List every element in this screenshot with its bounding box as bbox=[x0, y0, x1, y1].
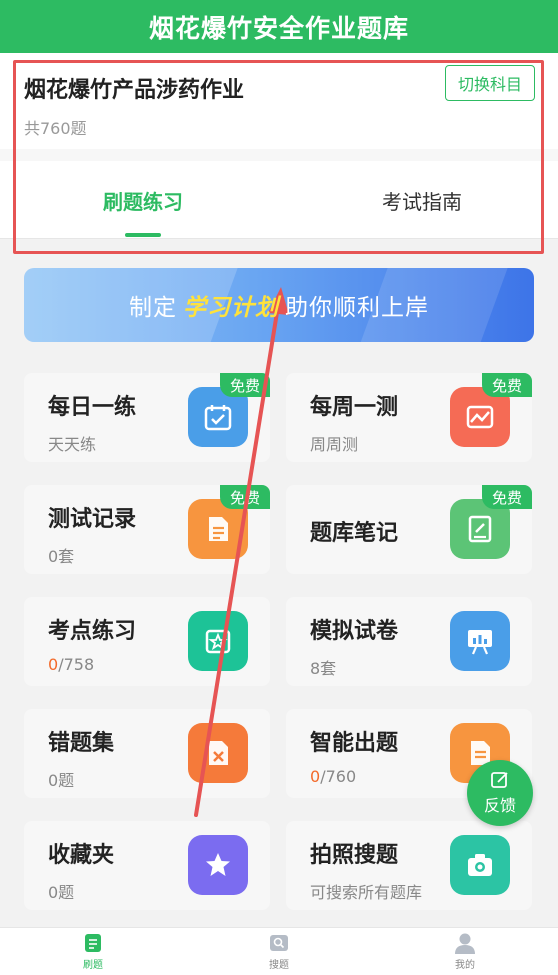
card-title: 模拟试卷 bbox=[310, 619, 399, 644]
card-subtitle: 8套 bbox=[310, 659, 337, 678]
feedback-label: 反馈 bbox=[483, 796, 516, 815]
tab-practice[interactable]: 刷题练习 bbox=[0, 161, 286, 239]
nav-label: 我的 bbox=[455, 960, 475, 971]
card-subtitle: 0/758 bbox=[48, 655, 94, 674]
card-title: 每周一测 bbox=[310, 395, 399, 420]
search-image-icon bbox=[269, 932, 289, 954]
done-count: 0 bbox=[48, 655, 59, 674]
card-subtitle: 0套 bbox=[48, 547, 75, 566]
nav-practice[interactable]: 刷题 bbox=[0, 932, 186, 974]
nav-label: 搜题 bbox=[269, 960, 289, 971]
card-wrong-questions[interactable]: 错题集 0题 bbox=[24, 709, 270, 798]
card-topic-practice[interactable]: 考点练习 0/758 bbox=[24, 597, 270, 686]
banner-highlight: 学习计划 bbox=[183, 295, 279, 321]
card-title: 智能出题 bbox=[310, 731, 399, 756]
free-badge: 免费 bbox=[482, 373, 532, 397]
camera-icon bbox=[450, 835, 510, 895]
total-count: /758 bbox=[58, 655, 95, 674]
card-favorites[interactable]: 收藏夹 0题 bbox=[24, 821, 270, 910]
user-icon bbox=[455, 932, 475, 954]
card-title: 收藏夹 bbox=[48, 843, 115, 868]
app-title: 烟花爆竹安全作业题库 bbox=[148, 13, 409, 43]
nav-search[interactable]: 搜题 bbox=[186, 932, 372, 974]
section-divider bbox=[0, 149, 558, 161]
free-badge: 免费 bbox=[482, 485, 532, 509]
feedback-button[interactable]: 反馈 bbox=[467, 760, 533, 826]
switch-subject-button[interactable]: 切换科目 bbox=[445, 65, 535, 101]
banner-prefix: 制定 bbox=[129, 295, 177, 321]
free-badge: 免费 bbox=[220, 373, 270, 397]
card-title: 每日一练 bbox=[48, 395, 137, 420]
card-title: 错题集 bbox=[48, 731, 115, 756]
banner-suffix: 助你顺利上岸 bbox=[285, 295, 429, 321]
star-board-icon bbox=[188, 611, 248, 671]
card-weekly-test[interactable]: 每周一测 周周测 免费 bbox=[286, 373, 532, 462]
question-count: 共760题 bbox=[24, 119, 87, 138]
done-count: 0 bbox=[310, 767, 321, 786]
card-title: 考点练习 bbox=[48, 619, 137, 644]
study-plan-banner[interactable]: 制定 学习计划 助你顺利上岸 bbox=[24, 268, 534, 342]
tab-bar: 刷题练习 考试指南 bbox=[0, 161, 558, 239]
card-subtitle: 天天练 bbox=[48, 435, 97, 454]
card-title: 题库笔记 bbox=[310, 521, 399, 546]
tab-active-indicator bbox=[125, 233, 161, 237]
error-file-icon bbox=[188, 723, 248, 783]
feedback-edit-icon bbox=[491, 772, 508, 788]
card-subtitle: 0题 bbox=[48, 883, 75, 902]
card-title: 拍照搜题 bbox=[310, 843, 399, 868]
total-count: /760 bbox=[320, 767, 357, 786]
card-photo-search[interactable]: 拍照搜题 可搜索所有题库 bbox=[286, 821, 532, 910]
subject-panel: 烟花爆竹产品涉药作业 共760题 切换科目 bbox=[0, 53, 558, 149]
subject-name: 烟花爆竹产品涉药作业 bbox=[24, 78, 245, 103]
card-question-notes[interactable]: 题库笔记 免费 bbox=[286, 485, 532, 574]
card-subtitle: 可搜索所有题库 bbox=[310, 883, 423, 902]
practice-icon bbox=[83, 932, 103, 954]
card-subtitle: 周周测 bbox=[310, 435, 359, 454]
bottom-navigation: 刷题 搜题 我的 bbox=[0, 927, 558, 975]
star-icon bbox=[188, 835, 248, 895]
card-daily-practice[interactable]: 每日一练 天天练 免费 bbox=[24, 373, 270, 462]
card-mock-exam[interactable]: 模拟试卷 8套 bbox=[286, 597, 532, 686]
free-badge: 免费 bbox=[220, 485, 270, 509]
card-subtitle: 0题 bbox=[48, 771, 75, 790]
presentation-icon bbox=[450, 611, 510, 671]
card-subtitle: 0/760 bbox=[310, 767, 356, 786]
card-test-records[interactable]: 测试记录 0套 免费 bbox=[24, 485, 270, 574]
card-title: 测试记录 bbox=[48, 507, 137, 532]
app-title-bar: 烟花爆竹安全作业题库 bbox=[0, 0, 558, 53]
nav-profile[interactable]: 我的 bbox=[372, 932, 558, 974]
nav-label: 刷题 bbox=[83, 960, 103, 971]
tab-exam-guide[interactable]: 考试指南 bbox=[286, 161, 558, 239]
